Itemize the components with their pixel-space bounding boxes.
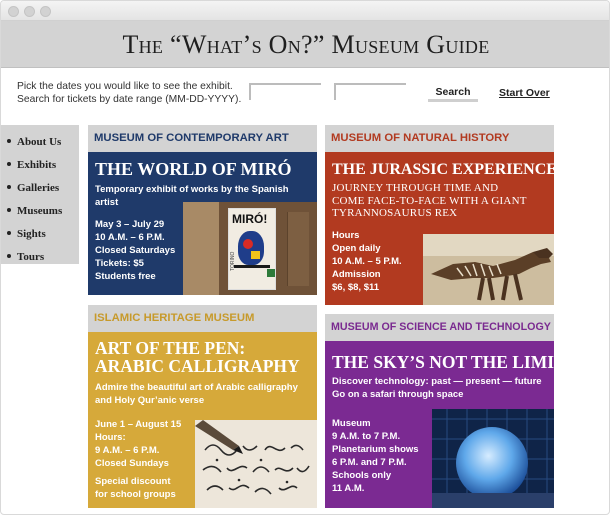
- card-discount-note: Special discount for school groups: [95, 476, 176, 500]
- sidebar-item-label: About Us: [17, 136, 62, 148]
- card-description: Discover technology: past — present — fu…: [332, 376, 542, 400]
- sidebar-item-sights[interactable]: Sights: [7, 223, 79, 246]
- card-description: JOURNEY THROUGH TIME AND COME FACE-TO-FA…: [332, 182, 527, 219]
- browser-window: The “What’s On?” Museum Guide Pick the d…: [0, 0, 610, 515]
- bullet-icon: [7, 139, 11, 144]
- exhibit-card-contemporary-art[interactable]: MUSEUM OF CONTEMPORARY ART THE WORLD OF …: [88, 125, 317, 295]
- card-museum-name: MUSEUM OF SCIENCE AND TECHNOLOGY: [325, 314, 554, 341]
- card-museum-name: MUSEUM OF CONTEMPORARY ART: [88, 125, 317, 152]
- end-date-input[interactable]: [334, 83, 406, 100]
- bullet-icon: [7, 162, 11, 167]
- sidebar-item-label: Tours: [17, 251, 45, 263]
- bullet-icon: [7, 208, 11, 213]
- miro-poster-image: MIRÓ! TORINO: [183, 202, 317, 295]
- sidebar-item-exhibits[interactable]: Exhibits: [7, 154, 79, 177]
- start-over-link[interactable]: Start Over: [499, 87, 550, 99]
- dinosaur-skeleton-image: [423, 234, 554, 305]
- card-exhibit-title: ART OF THE PEN: ARABIC CALLIGRAPHY: [95, 338, 300, 376]
- bullet-icon: [7, 231, 11, 236]
- card-body: THE JURASSIC EXPERIENCE JOURNEY THROUGH …: [325, 152, 554, 305]
- window-control-icon[interactable]: [40, 6, 51, 17]
- search-button[interactable]: Search: [428, 85, 478, 102]
- card-museum-name: ISLAMIC HERITAGE MUSEUM: [88, 305, 317, 332]
- sidebar-item-label: Galleries: [17, 182, 60, 194]
- window-control-icon[interactable]: [24, 6, 35, 17]
- card-exhibit-title: THE WORLD OF MIRÓ: [95, 159, 292, 179]
- sidebar-nav: About Us Exhibits Galleries Museums Sigh…: [1, 125, 79, 264]
- card-description: Admire the beautiful art of Arabic calli…: [95, 382, 298, 406]
- instruction-text: Search for tickets by date range (MM-DD-…: [17, 93, 242, 105]
- start-date-input[interactable]: [249, 83, 321, 100]
- exhibit-card-science-technology[interactable]: MUSEUM OF SCIENCE AND TECHNOLOGY THE SKY…: [325, 314, 554, 508]
- exhibit-card-natural-history[interactable]: MUSEUM OF NATURAL HISTORY THE JURASSIC E…: [325, 125, 554, 305]
- window-control-icon[interactable]: [8, 6, 19, 17]
- bullet-icon: [7, 185, 11, 190]
- card-body: THE WORLD OF MIRÓ Temporary exhibit of w…: [88, 152, 317, 295]
- sidebar-item-about-us[interactable]: About Us: [7, 131, 79, 154]
- sidebar-item-museums[interactable]: Museums: [7, 200, 79, 223]
- card-details: June 1 – August 15 Hours: 9 A.M. – 6 P.M…: [95, 419, 182, 469]
- card-body: THE SKY’S NOT THE LIMIT Discover technol…: [325, 341, 554, 508]
- card-details: Hours Open daily 10 A.M. – 5 P.M. Admiss…: [332, 230, 402, 293]
- window-titlebar: [1, 1, 609, 21]
- card-exhibit-title: THE JURASSIC EXPERIENCE: [332, 161, 554, 178]
- search-instructions: Pick the dates you would like to see the…: [17, 81, 247, 106]
- bullet-icon: [7, 254, 11, 259]
- sidebar-item-label: Exhibits: [17, 159, 57, 171]
- instruction-text: Pick the dates you would like to see the…: [17, 81, 233, 92]
- exhibit-card-islamic-heritage[interactable]: ISLAMIC HERITAGE MUSEUM ART OF THE PEN: …: [88, 305, 317, 508]
- sidebar-item-galleries[interactable]: Galleries: [7, 177, 79, 200]
- site-title: The “What’s On?” Museum Guide: [122, 30, 490, 59]
- calligraphy-image: [195, 420, 317, 508]
- sidebar-item-label: Sights: [17, 228, 46, 240]
- card-museum-name: MUSEUM OF NATURAL HISTORY: [325, 125, 554, 152]
- card-body: ART OF THE PEN: ARABIC CALLIGRAPHY Admir…: [88, 332, 317, 508]
- site-banner: The “What’s On?” Museum Guide: [1, 21, 609, 68]
- sidebar-item-label: Museums: [17, 205, 63, 217]
- card-exhibit-title: THE SKY’S NOT THE LIMIT: [332, 352, 554, 372]
- card-details: Museum 9 A.M. to 7 P.M. Planetarium show…: [332, 418, 419, 494]
- sidebar-item-tours[interactable]: Tours: [7, 246, 79, 269]
- card-details: May 3 – July 29 10 A.M. – 6 P.M. Closed …: [95, 219, 176, 282]
- planetarium-image: [432, 409, 554, 508]
